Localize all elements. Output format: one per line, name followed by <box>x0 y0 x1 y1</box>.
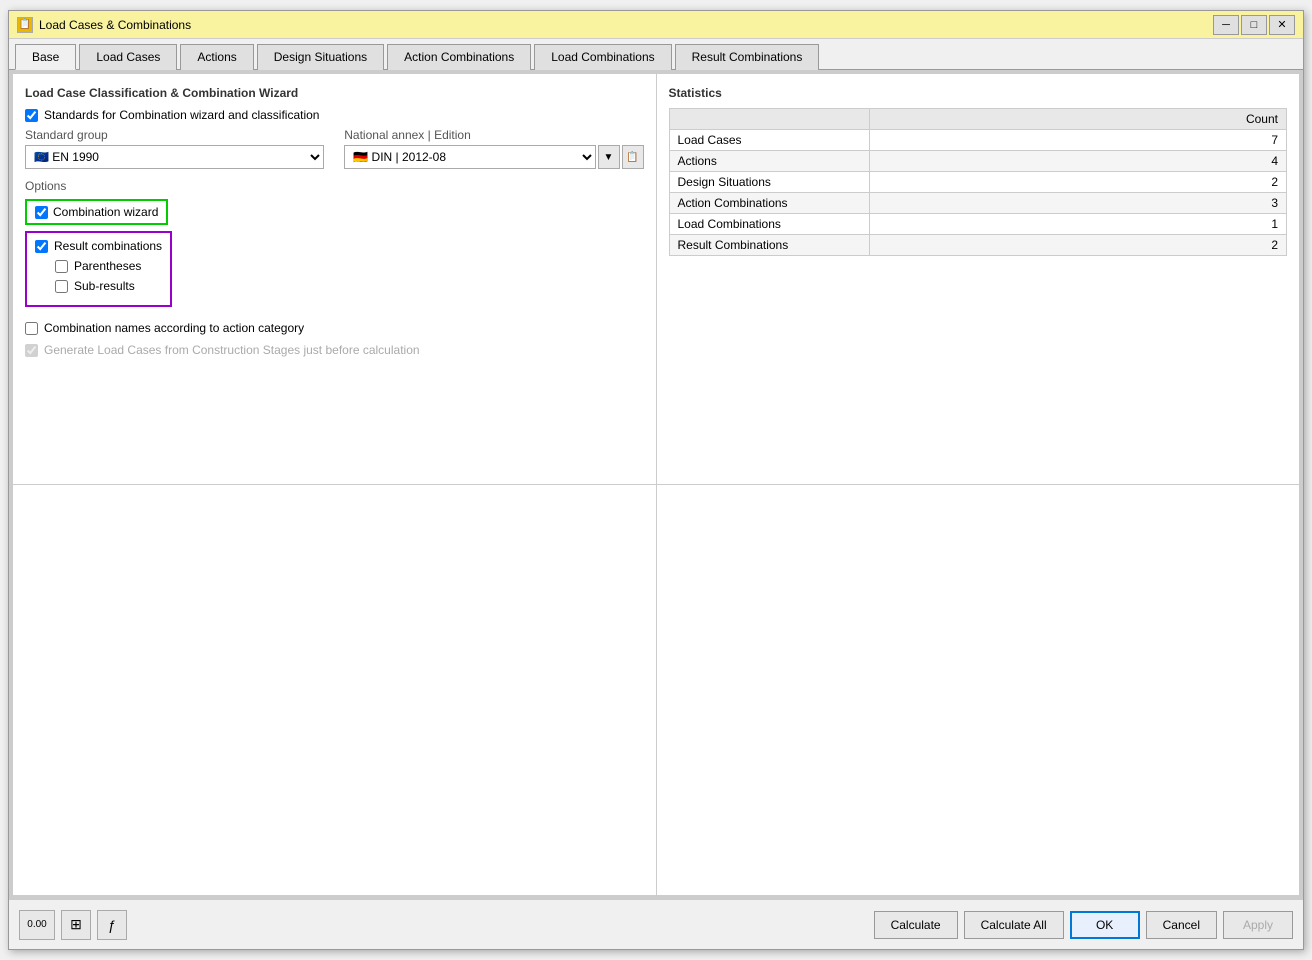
generate-load-cases-checkbox <box>25 344 38 357</box>
standards-checkbox-row: Standards for Combination wizard and cla… <box>25 108 644 122</box>
table-row: Design Situations 2 <box>669 172 1287 193</box>
tab-bar: Base Load Cases Actions Design Situation… <box>9 39 1303 70</box>
table-row: Action Combinations 3 <box>669 193 1287 214</box>
result-combinations-highlight: Result combinations Parentheses Sub-resu… <box>25 231 172 307</box>
sub-results-checkbox[interactable] <box>55 280 68 293</box>
content-area: Load Case Classification & Combination W… <box>9 70 1303 899</box>
apply-button[interactable]: Apply <box>1223 911 1293 939</box>
tab-actions[interactable]: Actions <box>180 44 253 70</box>
combination-wizard-label: Combination wizard <box>53 205 158 219</box>
tab-design-situations[interactable]: Design Situations <box>257 44 384 70</box>
parentheses-row: Parentheses <box>55 259 162 273</box>
bottom-left-icons: 0.00 ⊞ ƒ <box>19 910 874 940</box>
standard-group-col: Standard group 🇪🇺 EN 1990 <box>25 128 324 169</box>
statistics-table: Count Load Cases 7 Actions 4 Design Situ… <box>669 108 1288 256</box>
generate-load-cases-row: Generate Load Cases from Construction St… <box>25 343 644 357</box>
table-row: Result Combinations 2 <box>669 235 1287 256</box>
maximize-button[interactable]: □ <box>1241 15 1267 35</box>
close-button[interactable]: ✕ <box>1269 15 1295 35</box>
window-title: Load Cases & Combinations <box>39 18 1213 32</box>
sub-results-row: Sub-results <box>55 279 162 293</box>
statistics-title: Statistics <box>669 86 1288 100</box>
stat-label: Result Combinations <box>669 235 869 256</box>
title-bar: 📋 Load Cases & Combinations ─ □ ✕ <box>9 11 1303 39</box>
stat-count: 3 <box>869 193 1287 214</box>
stat-count: 2 <box>869 235 1287 256</box>
stats-count-header: Count <box>869 109 1287 130</box>
icon-btn-fx[interactable]: ƒ <box>97 910 127 940</box>
result-combinations-row: Result combinations <box>35 239 162 253</box>
bottom-bar: 0.00 ⊞ ƒ Calculate Calculate All OK Canc… <box>9 899 1303 949</box>
stat-label: Actions <box>669 151 869 172</box>
parentheses-label: Parentheses <box>74 259 141 273</box>
stat-label: Load Combinations <box>669 214 869 235</box>
tab-load-combinations[interactable]: Load Combinations <box>534 44 671 70</box>
standards-checkbox[interactable] <box>25 109 38 122</box>
combination-names-row: Combination names according to action ca… <box>25 321 644 335</box>
combination-wizard-highlight: Combination wizard <box>25 199 168 225</box>
parentheses-checkbox[interactable] <box>55 260 68 273</box>
result-combinations-label: Result combinations <box>54 239 162 253</box>
options-section: Options Combination wizard Result combin… <box>25 179 644 357</box>
combination-wizard-checkbox[interactable] <box>35 206 48 219</box>
main-window: 📋 Load Cases & Combinations ─ □ ✕ Base L… <box>8 10 1304 950</box>
options-label: Options <box>25 179 644 193</box>
table-row: Load Combinations 1 <box>669 214 1287 235</box>
bottom-buttons: Calculate Calculate All OK Cancel Apply <box>874 911 1293 939</box>
tab-load-cases[interactable]: Load Cases <box>79 44 177 70</box>
combination-names-checkbox[interactable] <box>25 322 38 335</box>
section-title-classification: Load Case Classification & Combination W… <box>25 86 644 100</box>
stat-count: 7 <box>869 130 1287 151</box>
national-annex-group: 🇩🇪 DIN | 2012-08 ▼ 📋 <box>344 145 643 169</box>
national-annex-edit-btn[interactable]: 📋 <box>622 145 644 169</box>
form-row-dropdowns: Standard group 🇪🇺 EN 1990 National annex… <box>25 128 644 169</box>
combination-names-label: Combination names according to action ca… <box>44 321 304 335</box>
top-left-panel: Load Case Classification & Combination W… <box>13 74 656 484</box>
minimize-button[interactable]: ─ <box>1213 15 1239 35</box>
bottom-right-panel <box>657 485 1300 895</box>
generate-load-cases-label: Generate Load Cases from Construction St… <box>44 343 420 357</box>
stat-count: 4 <box>869 151 1287 172</box>
app-icon: 📋 <box>17 17 33 33</box>
stat-count: 2 <box>869 172 1287 193</box>
standards-checkbox-label: Standards for Combination wizard and cla… <box>44 108 319 122</box>
table-row: Load Cases 7 <box>669 130 1287 151</box>
national-annex-dropdown[interactable]: 🇩🇪 DIN | 2012-08 <box>344 145 595 169</box>
tab-result-combinations[interactable]: Result Combinations <box>675 44 820 70</box>
calculate-button[interactable]: Calculate <box>874 911 958 939</box>
standard-group-label: Standard group <box>25 128 324 142</box>
icon-btn-decimal[interactable]: 0.00 <box>19 910 55 940</box>
stat-label: Load Cases <box>669 130 869 151</box>
cancel-button[interactable]: Cancel <box>1146 911 1217 939</box>
main-panels: Load Case Classification & Combination W… <box>9 70 1303 899</box>
window-controls: ─ □ ✕ <box>1213 15 1295 35</box>
bottom-left-panel <box>13 485 656 895</box>
national-annex-col: National annex | Edition 🇩🇪 DIN | 2012-0… <box>344 128 643 169</box>
national-annex-label: National annex | Edition <box>344 128 643 142</box>
table-row: Actions 4 <box>669 151 1287 172</box>
ok-button[interactable]: OK <box>1070 911 1140 939</box>
result-combinations-checkbox[interactable] <box>35 240 48 253</box>
top-right-panel: Statistics Count Load Cases 7 Actions 4 … <box>657 74 1300 484</box>
result-sub-options: Parentheses Sub-results <box>35 259 162 299</box>
standard-group-dropdown[interactable]: 🇪🇺 EN 1990 <box>25 145 324 169</box>
national-annex-filter-btn[interactable]: ▼ <box>598 145 620 169</box>
stat-label: Action Combinations <box>669 193 869 214</box>
sub-results-label: Sub-results <box>74 279 135 293</box>
tab-base[interactable]: Base <box>15 44 76 70</box>
tab-action-combinations[interactable]: Action Combinations <box>387 44 531 70</box>
stat-count: 1 <box>869 214 1287 235</box>
stat-label: Design Situations <box>669 172 869 193</box>
calculate-all-button[interactable]: Calculate All <box>964 911 1064 939</box>
icon-btn-grid[interactable]: ⊞ <box>61 910 91 940</box>
